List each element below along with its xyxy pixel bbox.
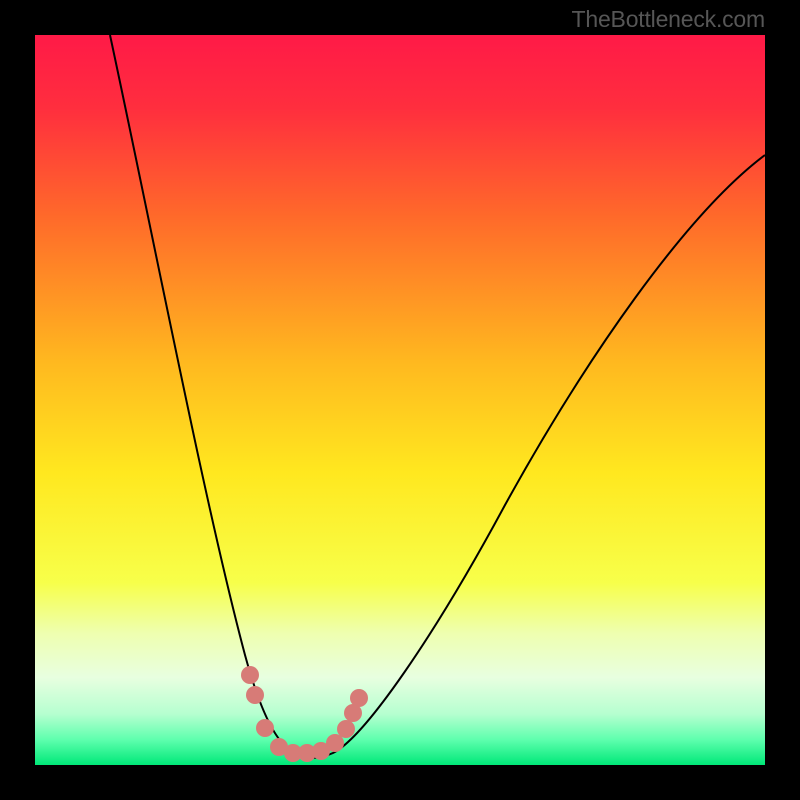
data-marker [337,720,355,738]
plot-area [35,35,765,765]
watermark-text: TheBottleneck.com [572,6,765,33]
data-marker [256,719,274,737]
data-marker [246,686,264,704]
data-marker [326,734,344,752]
bottleneck-curve [110,35,765,758]
chart-svg [35,35,765,765]
data-marker [241,666,259,684]
chart-frame: TheBottleneck.com [0,0,800,800]
data-marker [350,689,368,707]
